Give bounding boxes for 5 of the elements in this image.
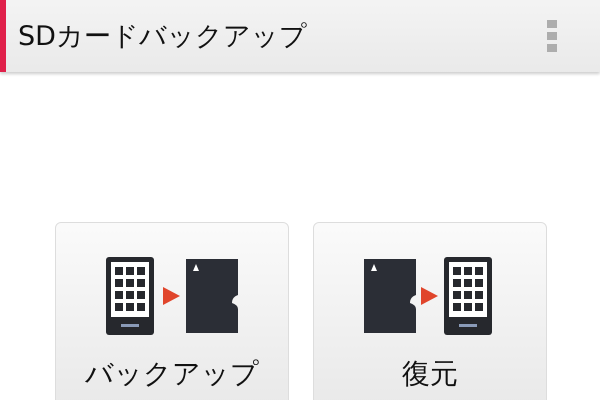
action-button[interactable]: バックアップ	[55, 222, 289, 400]
transfer-icon	[106, 257, 238, 335]
app-title: SDカードバックアップ	[18, 20, 308, 54]
action-button[interactable]: 復元	[313, 222, 547, 400]
overflow-menu-icon[interactable]	[546, 18, 558, 54]
